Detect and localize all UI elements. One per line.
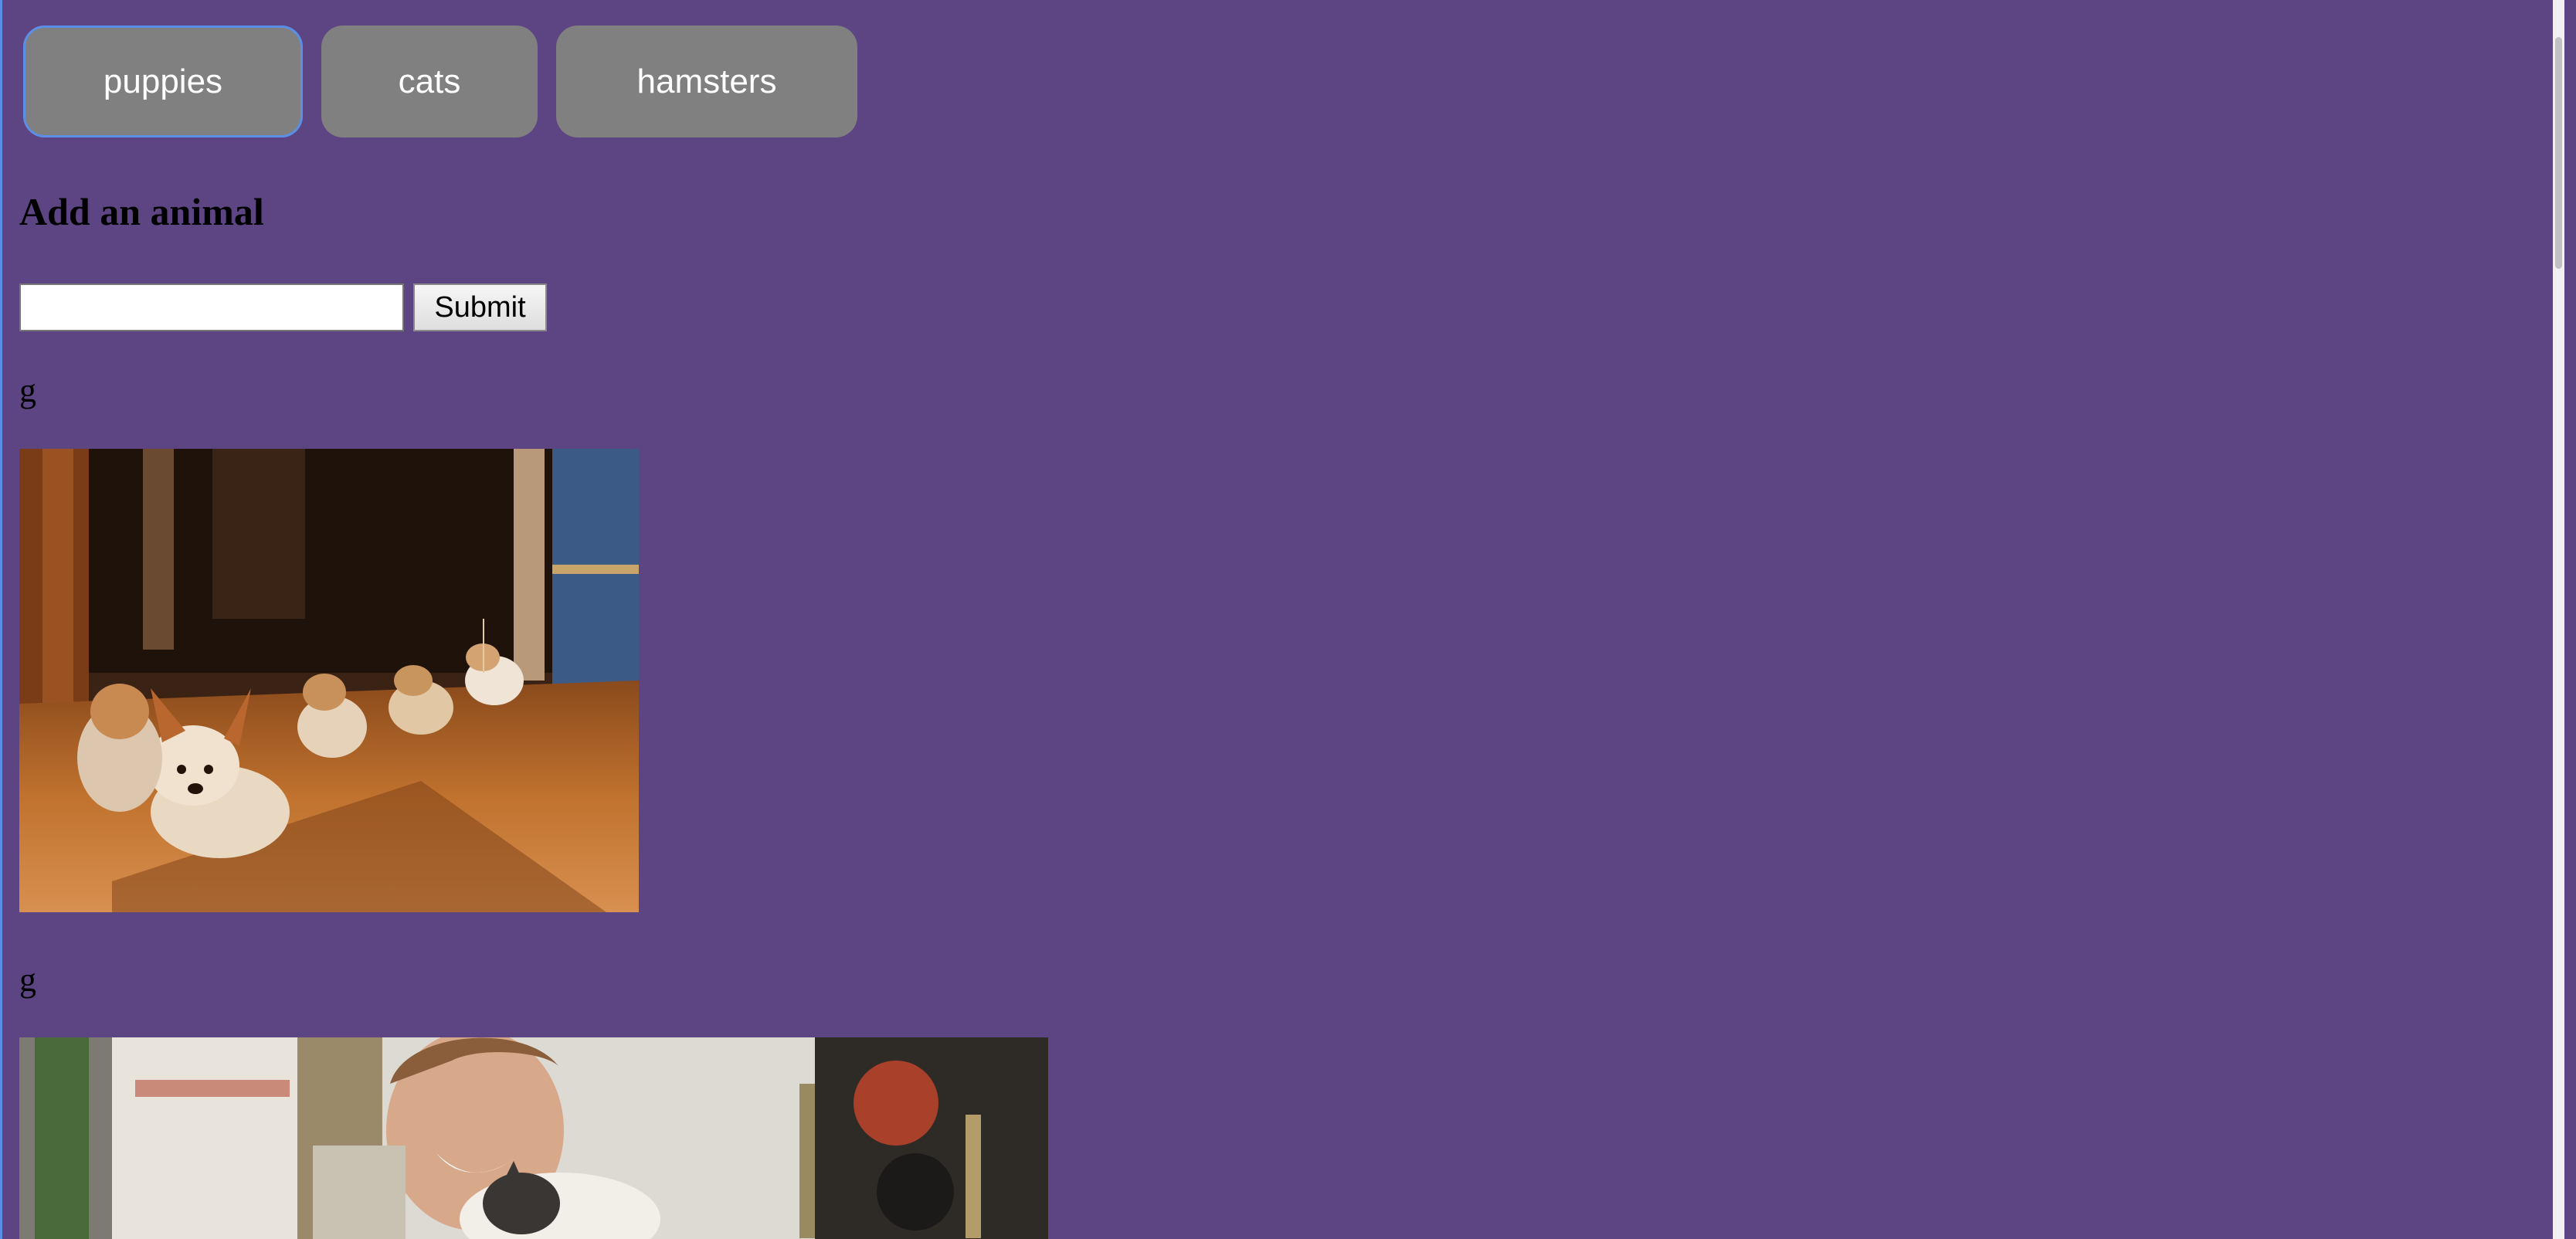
add-animal-heading: Add an animal — [19, 190, 264, 233]
page: puppies cats hamsters Add an animal Subm… — [0, 0, 2564, 1239]
scrollbar-thumb[interactable] — [2555, 37, 2562, 269]
cats-button[interactable]: cats — [321, 25, 538, 137]
man-with-husky-illustration — [19, 1037, 1048, 1239]
puppies-illustration — [19, 449, 639, 912]
entry-name: g — [19, 372, 36, 409]
entry-name: g — [19, 961, 36, 999]
submit-button[interactable]: Submit — [413, 283, 547, 331]
animal-button-bar: puppies cats hamsters — [23, 25, 857, 137]
hamsters-button[interactable]: hamsters — [556, 25, 857, 137]
page-scrollbar[interactable] — [2553, 0, 2564, 1239]
animal-name-input[interactable] — [19, 283, 404, 331]
add-animal-form: Submit — [19, 283, 547, 331]
puppies-gif-image — [19, 449, 639, 912]
puppies-button[interactable]: puppies — [23, 25, 303, 137]
focus-edge — [0, 0, 2, 1239]
husky-gif-image — [19, 1037, 1048, 1239]
